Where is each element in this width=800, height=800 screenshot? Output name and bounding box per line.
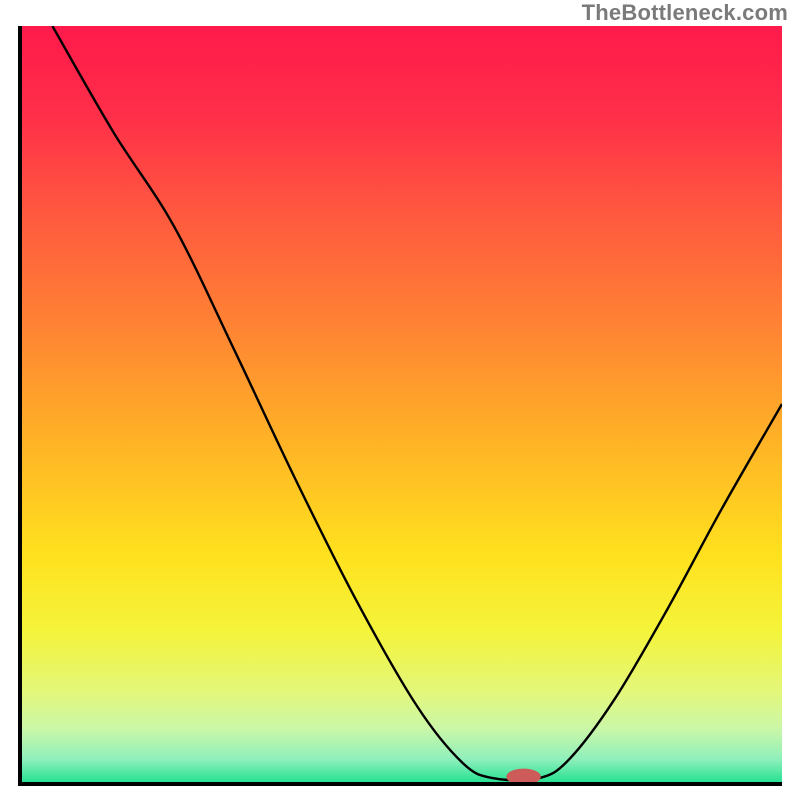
optimal-marker bbox=[507, 769, 540, 782]
watermark-text: TheBottleneck.com bbox=[582, 0, 788, 26]
gradient-rect bbox=[22, 26, 782, 782]
chart-svg bbox=[22, 26, 782, 782]
plot-area bbox=[18, 26, 782, 786]
chart-container: TheBottleneck.com bbox=[0, 0, 800, 800]
